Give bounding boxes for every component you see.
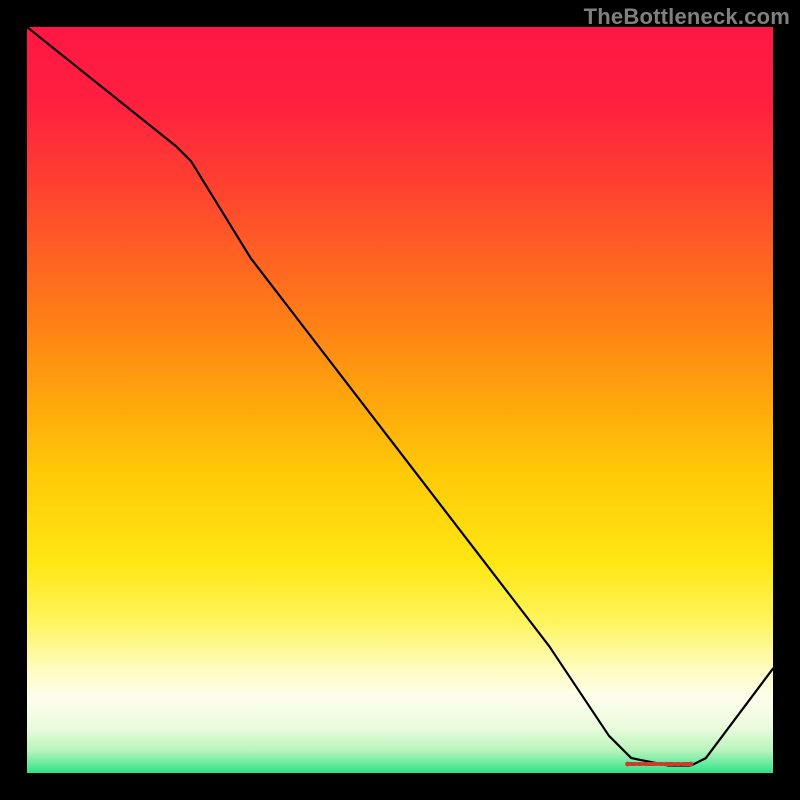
chart-plot-area — [27, 27, 773, 773]
chart-frame: TheBottleneck.com — [0, 0, 800, 800]
chart-svg — [27, 27, 773, 773]
flat-marker-dot-left — [625, 762, 630, 767]
flat-marker-dot-right — [689, 762, 694, 767]
chart-background — [27, 27, 773, 773]
watermark-text: TheBottleneck.com — [584, 4, 790, 30]
